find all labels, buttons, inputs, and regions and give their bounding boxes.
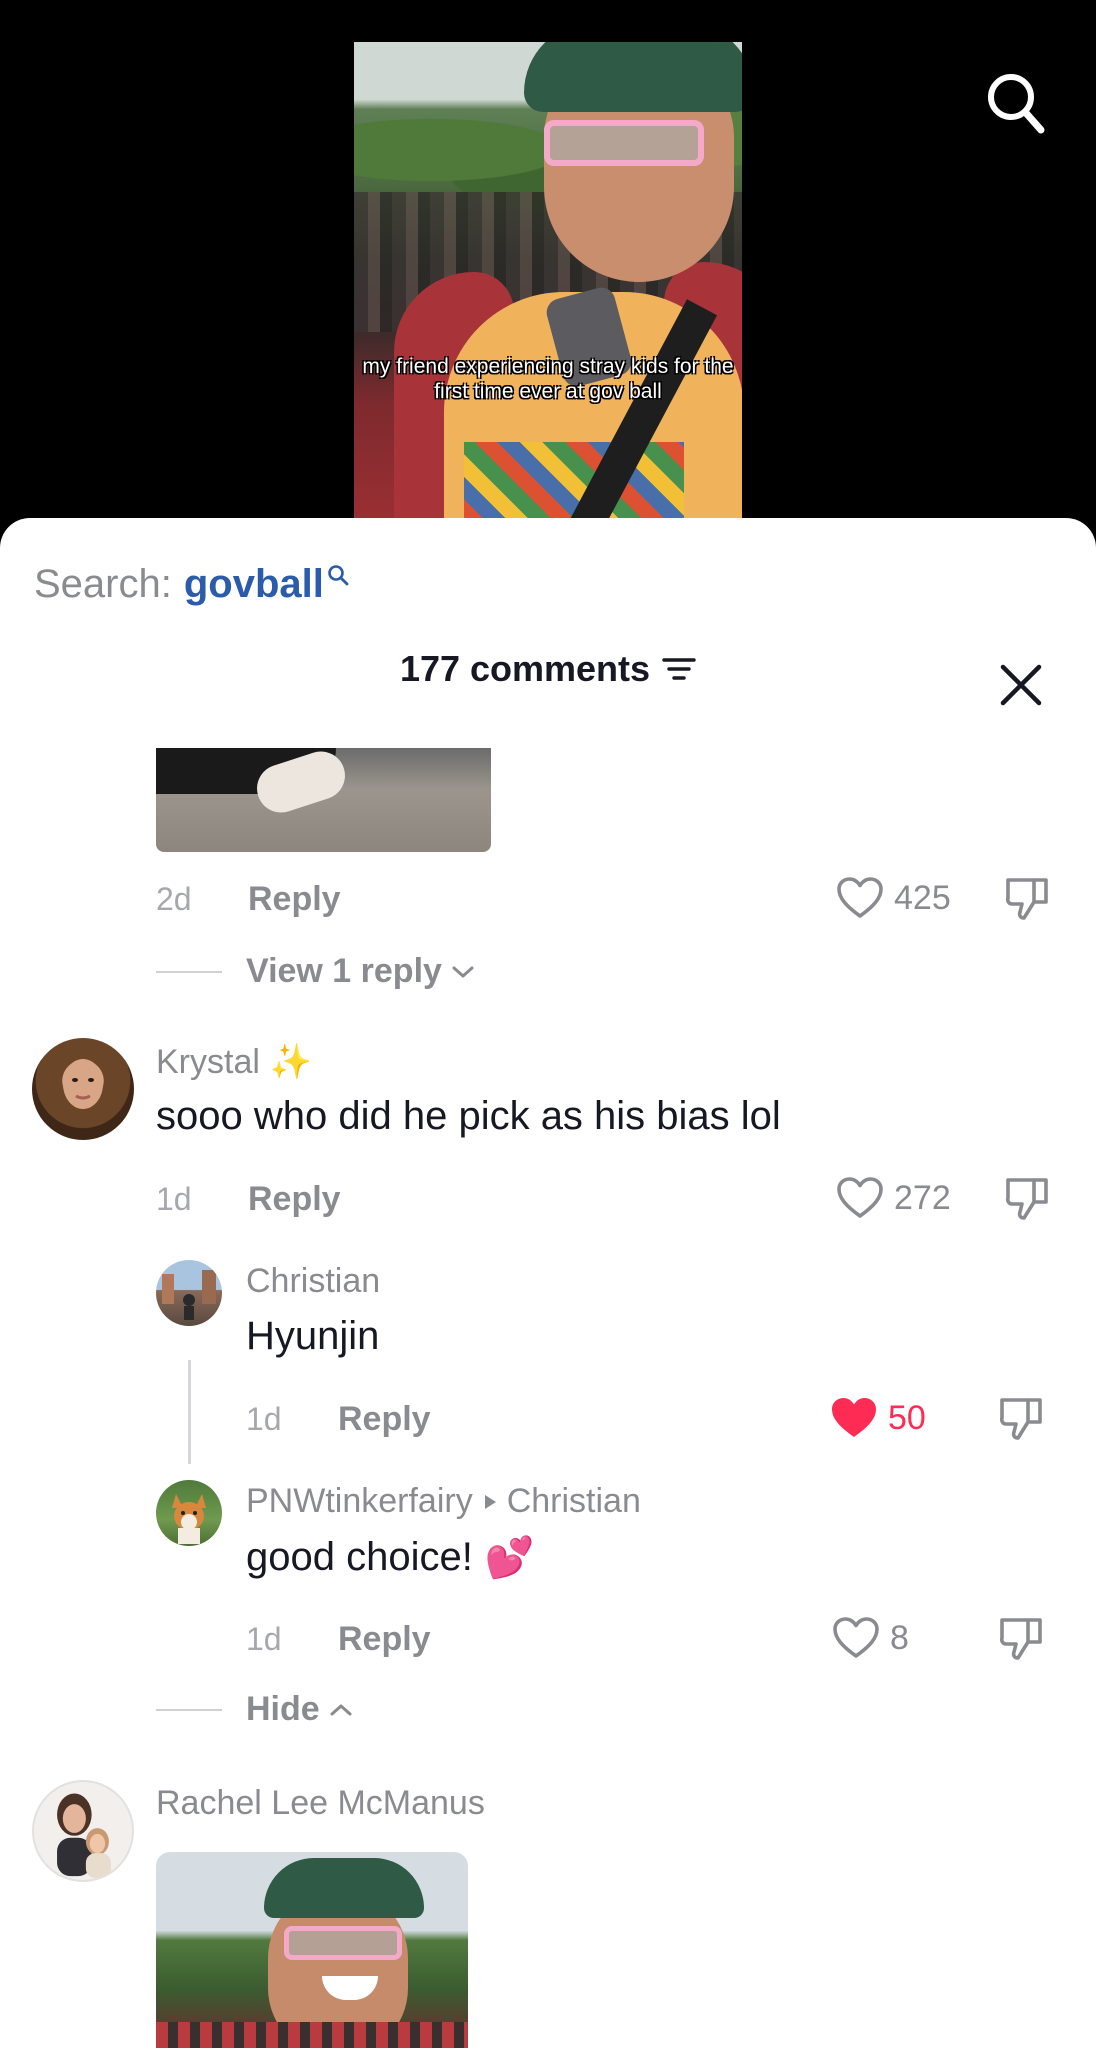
avatar-face	[63, 1059, 103, 1109]
comment-count: 177 comments	[399, 648, 651, 689]
like-count: 50	[888, 1398, 926, 1437]
comment-meta: 2d Reply	[156, 880, 341, 919]
search-suggestion[interactable]: Search: govball	[34, 562, 349, 607]
reply-to-username[interactable]: Christian	[507, 1482, 641, 1521]
comment-username[interactable]: Rachel Lee McManus	[156, 1784, 485, 1823]
search-keyword-icon	[328, 565, 349, 586]
dislike-icon[interactable]	[1004, 1174, 1052, 1222]
comment-time: 2d	[156, 881, 192, 917]
dislike-icon[interactable]	[998, 1614, 1046, 1662]
like-button[interactable]: 272	[836, 1176, 951, 1220]
reply-text[interactable]: Hyunjin	[246, 1314, 379, 1359]
divider-line	[156, 970, 222, 973]
close-icon[interactable]	[998, 662, 1044, 708]
reply-text[interactable]: good choice! 💕	[246, 1534, 535, 1581]
comment-time: 1d	[156, 1181, 192, 1217]
like-button[interactable]: 425	[836, 876, 951, 920]
reply-time: 1d	[246, 1621, 282, 1657]
heart-outline-icon	[833, 1617, 879, 1658]
heart-filled-icon	[832, 1398, 876, 1437]
avatar-corgi	[172, 1494, 206, 1544]
reply-text-content: good choice!	[246, 1535, 473, 1579]
reply-username[interactable]: Christian	[246, 1262, 380, 1301]
reply-username[interactable]: PNWtinkerfairy Christian	[246, 1482, 641, 1521]
divider-line	[156, 1708, 222, 1711]
like-button[interactable]: 8	[832, 1616, 909, 1660]
avatar[interactable]	[32, 1038, 134, 1140]
chevron-down-icon	[452, 966, 474, 977]
chevron-up-icon	[330, 1704, 352, 1715]
heart-outline-icon	[837, 1177, 883, 1218]
reply-to-arrow-icon	[484, 1494, 496, 1509]
like-count: 8	[890, 1618, 909, 1657]
sort-filter-icon[interactable]	[662, 656, 696, 682]
hide-replies-button[interactable]: Hide	[156, 1690, 354, 1729]
two-hearts-emoji: 💕	[484, 1536, 535, 1580]
avatar[interactable]	[156, 1260, 222, 1326]
view-replies-label: View 1 reply	[246, 952, 442, 990]
sparkles-emoji: ✨	[269, 1043, 313, 1081]
video-person	[394, 42, 742, 522]
search-icon[interactable]	[984, 70, 1046, 136]
reply-thread-line	[188, 1360, 191, 1464]
avatar-scene	[162, 1270, 216, 1320]
like-count: 272	[894, 1178, 951, 1217]
comments-header: 177 comments	[0, 648, 1096, 690]
reply-button[interactable]: Reply	[338, 1620, 431, 1659]
reply-time: 1d	[246, 1401, 282, 1437]
dislike-icon[interactable]	[998, 1394, 1046, 1442]
avatar-two-people	[57, 1793, 111, 1879]
dislike-icon[interactable]	[1004, 874, 1052, 922]
video-frame[interactable]	[354, 42, 742, 522]
comment-username[interactable]: Krystal ✨	[156, 1042, 312, 1082]
comment-media-image[interactable]	[156, 1852, 468, 2048]
hide-label: Hide	[246, 1690, 320, 1728]
reply-meta: 1d Reply	[246, 1400, 431, 1439]
comment-media-image[interactable]	[156, 748, 491, 852]
search-keyword-link[interactable]: govball	[184, 562, 324, 607]
avatar[interactable]	[156, 1480, 222, 1546]
like-count: 425	[894, 878, 951, 917]
reply-meta: 1d Reply	[246, 1620, 431, 1659]
reply-button[interactable]: Reply	[338, 1400, 431, 1439]
avatar[interactable]	[32, 1780, 134, 1882]
like-button[interactable]: 50	[830, 1396, 926, 1440]
comment-count-sort[interactable]: 177 comments	[400, 648, 696, 690]
reply-button[interactable]: Reply	[248, 880, 341, 919]
comment-text[interactable]: sooo who did he pick as his bias lol	[156, 1094, 781, 1139]
reply-button[interactable]: Reply	[248, 1180, 341, 1219]
heart-outline-icon	[837, 877, 883, 918]
video-player[interactable]: my friend experiencing stray kids for th…	[0, 0, 1096, 540]
comment-meta: 1d Reply	[156, 1180, 341, 1219]
username-text: PNWtinkerfairy	[246, 1482, 473, 1520]
username-text: Christian	[246, 1262, 381, 1300]
comments-sheet: Search: govball 177 comments 2d Reply 42…	[0, 518, 1096, 2048]
view-replies-button[interactable]: View 1 reply	[156, 952, 476, 991]
search-label: Search:	[34, 562, 172, 606]
video-caption: my friend experiencing stray kids for th…	[362, 355, 734, 403]
username-text: Krystal	[156, 1042, 260, 1081]
username-text: Rachel Lee McManus	[156, 1784, 485, 1822]
